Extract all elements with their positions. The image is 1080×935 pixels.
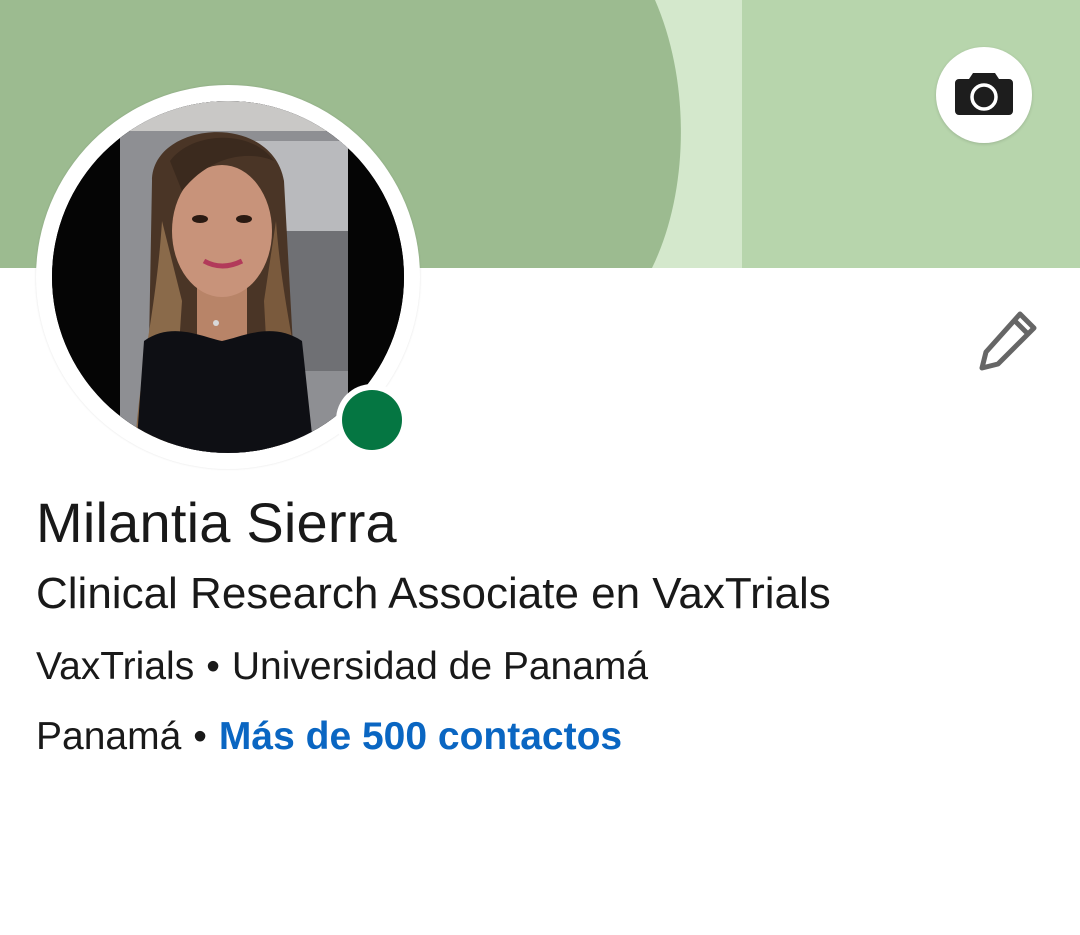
education-school[interactable]: Universidad de Panamá — [232, 645, 648, 689]
online-status-indicator — [336, 384, 408, 456]
contacts-link[interactable]: Más de 500 contactos — [219, 715, 622, 759]
experience-education-line: VaxTrials • Universidad de Panamá — [36, 645, 648, 689]
separator-dot: • — [206, 645, 220, 688]
current-company[interactable]: VaxTrials — [36, 645, 194, 689]
camera-icon — [953, 69, 1015, 122]
pencil-icon — [976, 308, 1040, 377]
separator-dot: • — [193, 715, 207, 758]
profile-card: Milantia Sierra Clinical Research Associ… — [0, 0, 1080, 935]
profile-name: Milantia Sierra — [36, 491, 397, 554]
profile-headline: Clinical Research Associate en VaxTrials — [36, 569, 831, 618]
online-status-dot — [342, 390, 402, 450]
location-contacts-line: Panamá • Más de 500 contactos — [36, 715, 622, 759]
edit-profile-button[interactable] — [970, 304, 1046, 380]
location-text: Panamá — [36, 715, 182, 758]
edit-cover-photo-button[interactable] — [936, 47, 1032, 143]
